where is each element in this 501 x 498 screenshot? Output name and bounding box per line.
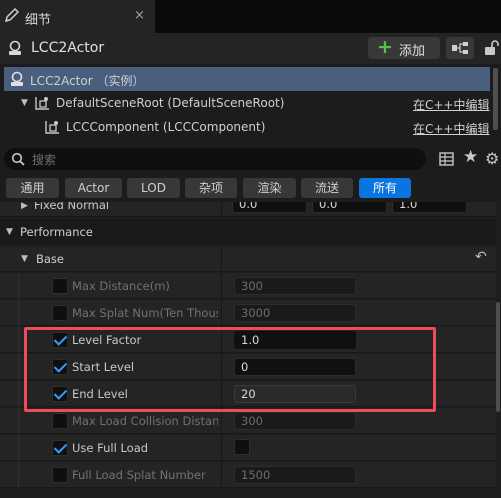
property-name: Max Splat Num(Ten Thousand) bbox=[72, 306, 218, 320]
filter-tab-actor[interactable]: Actor bbox=[65, 178, 122, 198]
level-factor-field[interactable]: 1.0 bbox=[234, 331, 356, 349]
filter-tabs: 通用 Actor LOD 杂项 渲染 流送 所有 bbox=[0, 174, 501, 202]
subcategory-label: Base bbox=[36, 252, 65, 266]
star-icon[interactable]: ★ bbox=[463, 147, 478, 167]
search-icon bbox=[11, 152, 25, 166]
filter-tab-lod[interactable]: LOD bbox=[127, 178, 180, 198]
override-checkbox[interactable] bbox=[52, 386, 68, 402]
property-name: Level Factor bbox=[72, 333, 142, 347]
end-level-field[interactable]: 20 bbox=[234, 385, 356, 403]
property-name: Fixed Normal bbox=[34, 202, 110, 212]
blueprint-button[interactable] bbox=[446, 37, 474, 59]
use-full-load-checkbox[interactable] bbox=[234, 439, 250, 455]
property-name: Start Level bbox=[72, 360, 135, 374]
filter-tab-misc[interactable]: 杂项 bbox=[185, 178, 237, 198]
max-splat-num-field[interactable]: 3000 bbox=[234, 304, 356, 322]
property-row-start-level: Start Level 0 bbox=[0, 354, 496, 380]
tree-item-lcc-component[interactable]: LCCComponent (LCCComponent) 在C++中编辑 bbox=[4, 115, 490, 139]
tab-title: 细节 bbox=[25, 13, 52, 28]
override-checkbox[interactable] bbox=[52, 332, 68, 348]
reset-to-default-icon[interactable]: ↶ bbox=[475, 249, 487, 265]
actor-icon bbox=[11, 71, 23, 86]
filter-tab-rendering[interactable]: 渲染 bbox=[243, 178, 296, 198]
details-panel: ▶ Fixed Normal 0.0 0.0 1.0 ▼ Performance… bbox=[0, 202, 501, 498]
tree-item-actor-instance[interactable]: LCC2Actor （实例） bbox=[4, 67, 490, 91]
property-row-full-load-splat-number: Full Load Splat Number 1500 bbox=[0, 462, 496, 488]
subcategory-base[interactable]: ▼ Base ↶ bbox=[0, 246, 496, 272]
property-row-level-factor: Level Factor 1.0 bbox=[0, 327, 496, 353]
property-name: Use Full Load bbox=[72, 441, 149, 455]
edit-in-cpp-link[interactable]: 在C++中编辑 bbox=[413, 96, 490, 113]
component-tree: LCC2Actor （实例） ▼ DefaultSceneRoot (Defau… bbox=[0, 64, 501, 144]
property-row-use-full-load: Use Full Load bbox=[0, 435, 496, 461]
override-checkbox[interactable] bbox=[52, 413, 68, 429]
override-checkbox[interactable] bbox=[52, 467, 68, 483]
blueprint-icon bbox=[452, 42, 468, 54]
details-scrollbar[interactable] bbox=[496, 302, 500, 412]
actor-icon bbox=[9, 40, 21, 55]
edit-in-cpp-link[interactable]: 在C++中编辑 bbox=[413, 120, 490, 137]
filter-tab-general[interactable]: 通用 bbox=[6, 178, 59, 198]
property-matrix-icon[interactable] bbox=[439, 152, 454, 166]
close-icon[interactable]: × bbox=[134, 8, 145, 23]
plus-icon: + bbox=[377, 36, 393, 58]
tree-item-label: DefaultSceneRoot (DefaultSceneRoot) bbox=[56, 96, 285, 110]
override-checkbox[interactable] bbox=[52, 440, 68, 456]
chevron-down-icon[interactable]: ▼ bbox=[21, 254, 28, 264]
property-name: End Level bbox=[72, 387, 128, 401]
category-label: Performance bbox=[20, 225, 93, 239]
add-component-button[interactable]: + 添加 bbox=[368, 36, 440, 59]
override-checkbox[interactable] bbox=[52, 359, 68, 375]
max-load-collision-distance-field[interactable]: 300 bbox=[234, 412, 356, 430]
property-name: Max Distance(m) bbox=[72, 279, 170, 293]
search-input[interactable]: 搜索 bbox=[4, 148, 426, 170]
tree-item-default-scene-root[interactable]: ▼ DefaultSceneRoot (DefaultSceneRoot) 在C… bbox=[4, 91, 490, 115]
property-row-max-load-collision-distance: Max Load Collision Distance 300 bbox=[0, 408, 496, 434]
tree-scrollbar[interactable] bbox=[493, 68, 498, 130]
tab-bar: 细节 × bbox=[0, 0, 501, 33]
vector-y-field[interactable]: 0.0 bbox=[312, 202, 387, 213]
chevron-down-icon[interactable]: ▼ bbox=[6, 227, 13, 237]
property-row-max-splat-num: Max Splat Num(Ten Thousand) 3000 bbox=[0, 300, 496, 326]
override-checkbox[interactable] bbox=[52, 305, 68, 321]
add-button-label: 添加 bbox=[399, 44, 426, 59]
property-row-fixed-normal: ▶ Fixed Normal 0.0 0.0 1.0 bbox=[0, 202, 496, 217]
vector-x-field[interactable]: 0.0 bbox=[232, 202, 307, 213]
max-distance-field[interactable]: 300 bbox=[234, 277, 356, 295]
filter-tab-all[interactable]: 所有 bbox=[359, 178, 411, 198]
scene-root-icon bbox=[35, 97, 49, 110]
details-tab[interactable]: 细节 × bbox=[0, 0, 155, 33]
gear-icon[interactable]: ⚙ bbox=[485, 149, 499, 168]
full-load-splat-number-field[interactable]: 1500 bbox=[234, 466, 356, 484]
category-performance[interactable]: ▼ Performance bbox=[0, 219, 496, 245]
chevron-right-icon[interactable]: ▶ bbox=[21, 202, 28, 211]
override-checkbox[interactable] bbox=[52, 278, 68, 294]
actor-name: LCC2Actor bbox=[31, 40, 105, 56]
search-row: 搜索 ★ ⚙ bbox=[0, 144, 501, 174]
scene-component-icon bbox=[45, 121, 59, 134]
filter-tab-streaming[interactable]: 流送 bbox=[301, 178, 353, 198]
pencil-icon bbox=[4, 7, 20, 23]
search-placeholder: 搜索 bbox=[32, 153, 57, 167]
property-row-max-distance: Max Distance(m) 300 bbox=[0, 273, 496, 299]
chevron-down-icon[interactable]: ▼ bbox=[21, 98, 28, 108]
start-level-field[interactable]: 0 bbox=[234, 358, 356, 376]
lock-icon[interactable] bbox=[483, 40, 501, 56]
tree-item-label: LCC2Actor （实例） bbox=[30, 74, 145, 88]
property-name: Full Load Splat Number bbox=[72, 468, 206, 482]
property-name: Max Load Collision Distance bbox=[72, 414, 218, 428]
property-row-end-level: End Level 20 bbox=[0, 381, 496, 407]
vector-z-field[interactable]: 1.0 bbox=[392, 202, 467, 213]
tree-item-label: LCCComponent (LCCComponent) bbox=[66, 120, 266, 134]
details-header: LCC2Actor + 添加 bbox=[0, 33, 501, 64]
